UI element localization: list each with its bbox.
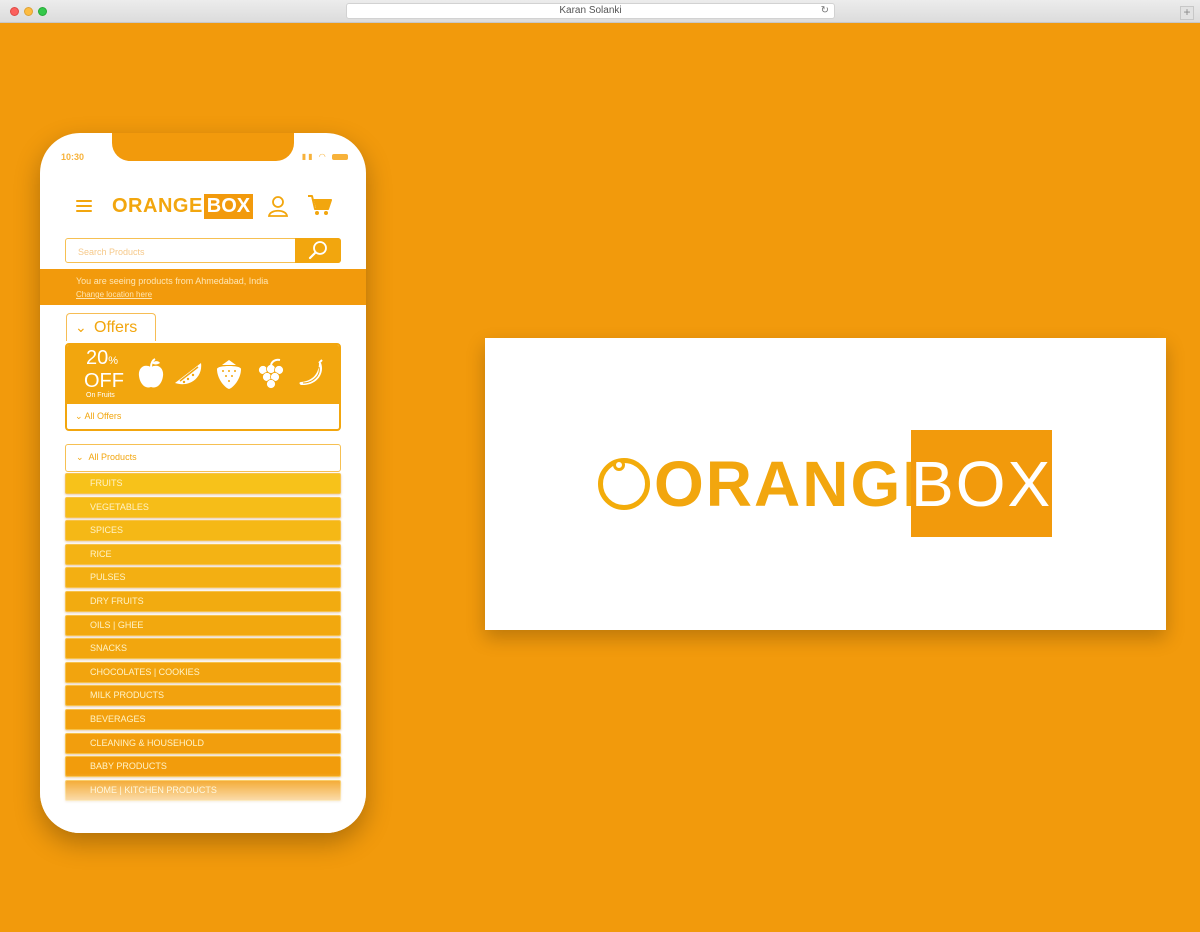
logo-orange-stem — [613, 459, 625, 471]
category-item[interactable]: CLEANING & HOUSEHOLD — [65, 732, 341, 754]
location-banner: You are seeing products from Ahmedabad, … — [40, 269, 366, 305]
apple-icon — [138, 358, 164, 388]
address-bar-title: Karan Solanki — [559, 5, 622, 16]
category-item[interactable]: BEVERAGES — [65, 708, 341, 730]
category-list: FRUITS VEGETABLES SPICES RICE PULSES DRY FRUI… — [65, 473, 341, 803]
close-window-button[interactable] — [10, 7, 19, 16]
category-item[interactable]: RICE — [65, 543, 341, 565]
address-bar[interactable]: Karan Solanki ↻ — [346, 3, 835, 19]
signal-icon: ▮▮ — [301, 152, 315, 161]
status-icons: ▮▮ ◠ — [302, 152, 348, 161]
status-time: 10:30 — [61, 152, 85, 162]
logo-word2: BOX — [911, 448, 1053, 520]
search-bar — [65, 238, 341, 264]
maximize-window-button[interactable] — [38, 7, 47, 16]
phone-notch — [112, 133, 294, 161]
location-text: You are seeing products from Ahmedabad, … — [76, 276, 269, 286]
browser-chrome: Karan Solanki ↻ + — [0, 0, 1200, 23]
brand-logo[interactable]: ORANGE BOX — [112, 192, 254, 220]
category-item[interactable]: VEGETABLES — [65, 496, 341, 518]
offers-toggle[interactable]: ⌄ Offers — [66, 313, 156, 341]
hamburger-menu-icon[interactable] — [76, 200, 92, 212]
offer-banner[interactable]: 20% OFF On Fruits — [67, 345, 339, 404]
wifi-icon: ◠ — [318, 152, 328, 161]
all-products-toggle[interactable]: ⌄ All Products — [65, 444, 341, 472]
category-item[interactable]: OILS | GHEE — [65, 614, 341, 636]
category-item[interactable]: PULSES — [65, 567, 341, 589]
category-item[interactable]: SPICES — [65, 520, 341, 542]
chevron-down-icon: ⌄ — [75, 319, 87, 335]
all-offers-link[interactable]: ⌄ All Offers — [75, 411, 121, 422]
category-item[interactable]: FRUITS — [65, 473, 341, 494]
category-item[interactable]: DRY FRUITS — [65, 590, 341, 612]
banana-icon — [299, 359, 323, 386]
offers-label: Offers — [94, 319, 138, 336]
logo-word1: ORANGE — [654, 448, 947, 520]
brand-logo-word1: ORANGE — [112, 194, 203, 217]
category-item[interactable]: CHOCOLATES | COOKIES — [65, 661, 341, 683]
all-products-label: ⌄ All Products — [76, 452, 137, 462]
logo-box: BOX — [911, 430, 1052, 537]
reload-icon[interactable]: ↻ — [821, 4, 829, 18]
change-location-link[interactable]: Change location here — [76, 290, 152, 299]
grapes-icon — [258, 358, 284, 389]
search-button[interactable] — [295, 238, 341, 263]
watermelon-icon — [175, 363, 202, 385]
search-input[interactable] — [66, 239, 310, 264]
scroll-fade — [40, 773, 366, 833]
offer-percent: 20% — [86, 347, 119, 369]
new-tab-button[interactable]: + — [1180, 6, 1194, 20]
cart-icon[interactable] — [307, 193, 333, 217]
offer-off-label: OFF — [84, 370, 124, 392]
brand-logo-word2: BOX — [203, 193, 254, 219]
search-icon — [308, 241, 327, 260]
user-icon[interactable] — [266, 194, 290, 218]
offers-card: 20% OFF On Fruits ⌄ All Offers — [65, 343, 341, 431]
strawberry-icon — [217, 360, 241, 389]
battery-icon — [332, 153, 348, 160]
phone-mockup: 10:30 ▮▮ ◠ ORANGE BOX You are seeing pro… — [40, 133, 366, 833]
offer-sub-label: On Fruits — [86, 392, 115, 399]
minimize-window-button[interactable] — [24, 7, 33, 16]
category-item[interactable]: SNACKS — [65, 638, 341, 660]
category-item[interactable]: MILK PRODUCTS — [65, 685, 341, 707]
